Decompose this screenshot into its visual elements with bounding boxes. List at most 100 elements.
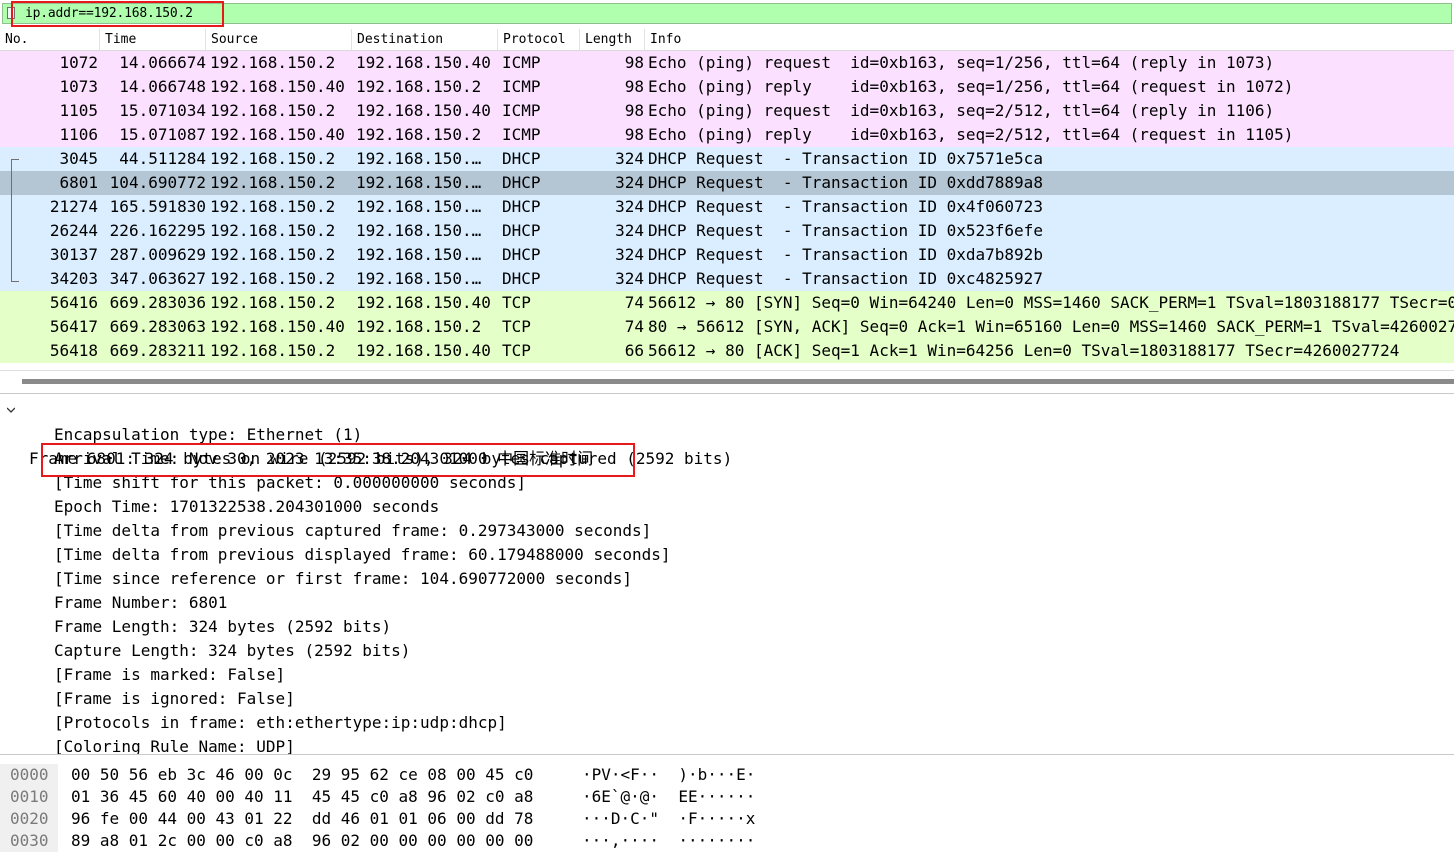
packet-row[interactable]: 6801 104.690772 192.168.150.2 192.168.150.…… — [0, 171, 1454, 195]
column-header-info[interactable]: Info — [645, 29, 1454, 50]
packet-row[interactable]: 21274 165.591830 192.168.150.2 192.168.150.… — [0, 195, 1454, 219]
hex-offset: 0010 — [0, 786, 58, 808]
packet-info: DHCP Request - Transaction ID 0x7571e5ca — [648, 149, 1043, 168]
packet-no: 56416 — [49, 293, 98, 312]
packet-row[interactable]: 56417 669.283063 192.168.150.40 192.168.150… — [0, 315, 1454, 339]
tree-item[interactable]: [Coloring Rule Name: UDP] — [54, 735, 295, 754]
column-header-time[interactable]: Time — [100, 29, 206, 50]
packet-protocol: TCP — [502, 341, 531, 360]
packet-destination: 192.168.150.… — [356, 149, 482, 168]
hex-offset: 0020 — [0, 808, 58, 830]
tree-item[interactable]: Frame Length: 324 bytes (2592 bits) — [54, 615, 391, 639]
packet-protocol: ICMP — [502, 125, 541, 144]
tree-item[interactable]: [Time delta from previous displayed fram… — [54, 543, 671, 567]
packet-list-horizontal-scrollbar[interactable] — [0, 370, 1454, 394]
tree-item[interactable]: [Frame is ignored: False] — [54, 687, 295, 711]
packet-time: 669.283211 — [109, 341, 206, 360]
display-filter-input[interactable]: ip.addr==192.168.150.2 — [2, 3, 1452, 24]
packet-row[interactable]: 34203 347.063627 192.168.150.2 192.168.150.… — [0, 267, 1454, 291]
related-packets-bracket — [11, 159, 19, 282]
hex-bytes: 89 a8 01 2c 00 00 c0 a8 96 02 00 00 00 0… — [71, 831, 534, 850]
packet-list-header: No. Time Source Destination Protocol Len… — [0, 29, 1454, 51]
packet-no: 56417 — [49, 317, 98, 336]
packet-length: 98 — [624, 101, 644, 120]
packet-row[interactable]: 56416 669.283036 192.168.150.2 192.168.150.… — [0, 291, 1454, 315]
bookmark-icon[interactable] — [7, 7, 15, 19]
column-header-source[interactable]: Source — [206, 29, 352, 50]
packet-source: 192.168.150.2 — [210, 221, 336, 240]
packet-source: 192.168.150.2 — [210, 149, 336, 168]
packet-protocol: TCP — [502, 317, 531, 336]
tree-item[interactable]: Arrival Time: Nov 30, 2023 13:35:38.2043… — [54, 447, 593, 471]
tree-item[interactable]: Capture Length: 324 bytes (2592 bits) — [54, 639, 410, 663]
packet-info: Echo (ping) reply id=0xb163, seq=2/512, … — [648, 125, 1294, 144]
packet-length: 324 — [615, 245, 644, 264]
packet-time: 287.009629 — [109, 245, 206, 264]
packet-length: 324 — [615, 173, 644, 192]
hex-row[interactable]: 0000 00 50 56 eb 3c 46 00 0c 29 95 62 ce … — [0, 764, 1454, 786]
scrollbar-thumb[interactable] — [22, 379, 1454, 384]
packet-destination: 192.168.150.40 — [356, 53, 491, 72]
packet-info: 56612 → 80 [ACK] Seq=1 Ack=1 Win=64256 L… — [648, 341, 1400, 360]
packet-length: 324 — [615, 269, 644, 288]
packet-no: 1073 — [59, 77, 98, 96]
packet-info: DHCP Request - Transaction ID 0x4f060723 — [648, 197, 1043, 216]
tree-item[interactable]: Frame Number: 6801 — [54, 591, 227, 615]
hex-ascii: ···D·C·" ·F·····x — [582, 809, 756, 828]
packet-info: DHCP Request - Transaction ID 0xc4825927 — [648, 269, 1043, 288]
packet-protocol: DHCP — [502, 245, 541, 264]
packet-time: 347.063627 — [109, 269, 206, 288]
packet-protocol: DHCP — [502, 269, 541, 288]
packet-time: 14.066674 — [119, 53, 206, 72]
packet-time: 14.066748 — [119, 77, 206, 96]
tree-item[interactable]: Encapsulation type: Ethernet (1) — [54, 423, 362, 447]
packet-row[interactable]: 30137 287.009629 192.168.150.2 192.168.150.… — [0, 243, 1454, 267]
packet-protocol: DHCP — [502, 149, 541, 168]
packet-info: DHCP Request - Transaction ID 0x523f6efe — [648, 221, 1043, 240]
tree-item[interactable]: [Frame is marked: False] — [54, 663, 285, 687]
hex-bytes: 01 36 45 60 40 00 40 11 45 45 c0 a8 96 0… — [71, 787, 534, 806]
packet-row[interactable]: 1072 14.066674 192.168.150.2 192.168.150.40… — [0, 51, 1454, 75]
chevron-down-icon[interactable] — [7, 406, 15, 414]
packet-row[interactable]: 1106 15.071087 192.168.150.40 192.168.150.2… — [0, 123, 1454, 147]
packet-length: 66 — [624, 341, 644, 360]
packet-source: 192.168.150.40 — [210, 77, 345, 96]
column-header-length[interactable]: Length — [580, 29, 645, 50]
packet-protocol: ICMP — [502, 77, 541, 96]
packet-source: 192.168.150.2 — [210, 269, 336, 288]
hex-bytes: 96 fe 00 44 00 43 01 22 dd 46 01 01 06 0… — [71, 809, 534, 828]
tree-item[interactable]: [Time shift for this packet: 0.000000000… — [54, 471, 526, 495]
tree-item[interactable]: [Protocols in frame: eth:ethertype:ip:ud… — [54, 711, 507, 735]
packet-row[interactable]: 56418 669.283211 192.168.150.2 192.168.150.… — [0, 339, 1454, 363]
packet-protocol: ICMP — [502, 53, 541, 72]
packet-protocol: DHCP — [502, 221, 541, 240]
tree-item[interactable]: [Time since reference or first frame: 10… — [54, 567, 632, 591]
tree-item-frame[interactable]: Frame 6801: 324 bytes on wire (2592 bits… — [0, 399, 1454, 468]
tree-item[interactable]: Epoch Time: 1701322538.204301000 seconds — [54, 495, 439, 519]
packet-source: 192.168.150.2 — [210, 245, 336, 264]
packet-time: 165.591830 — [109, 197, 206, 216]
column-header-destination[interactable]: Destination — [352, 29, 498, 50]
packet-row[interactable]: 26244 226.162295 192.168.150.2 192.168.150.… — [0, 219, 1454, 243]
column-header-protocol[interactable]: Protocol — [498, 29, 580, 50]
packet-row[interactable]: 1105 15.071034 192.168.150.2 192.168.150.40… — [0, 99, 1454, 123]
packet-protocol: DHCP — [502, 197, 541, 216]
packet-time: 226.162295 — [109, 221, 206, 240]
column-header-no[interactable]: No. — [0, 29, 100, 50]
hex-row[interactable]: 0030 89 a8 01 2c 00 00 c0 a8 96 02 00 00 … — [0, 830, 1454, 852]
hex-row[interactable]: 0010 01 36 45 60 40 00 40 11 45 45 c0 a8 … — [0, 786, 1454, 808]
hex-row[interactable]: 0020 96 fe 00 44 00 43 01 22 dd 46 01 01 … — [0, 808, 1454, 830]
packet-length: 324 — [615, 197, 644, 216]
packet-bytes-pane: 0000 00 50 56 eb 3c 46 00 0c 29 95 62 ce … — [0, 762, 1454, 855]
packet-length: 98 — [624, 125, 644, 144]
packet-time: 669.283036 — [109, 293, 206, 312]
packet-source: 192.168.150.40 — [210, 317, 345, 336]
packet-details-pane: Frame 6801: 324 bytes on wire (2592 bits… — [0, 397, 1454, 755]
hex-offset: 0000 — [0, 764, 58, 786]
tree-item[interactable]: [Time delta from previous captured frame… — [54, 519, 651, 543]
packet-destination: 192.168.150.… — [356, 269, 482, 288]
packet-row[interactable]: 3045 44.511284 192.168.150.2 192.168.150.… D… — [0, 147, 1454, 171]
packet-info: 80 → 56612 [SYN, ACK] Seq=0 Ack=1 Win=65… — [648, 317, 1454, 336]
packet-source: 192.168.150.2 — [210, 341, 336, 360]
packet-row[interactable]: 1073 14.066748 192.168.150.40 192.168.150.2… — [0, 75, 1454, 99]
